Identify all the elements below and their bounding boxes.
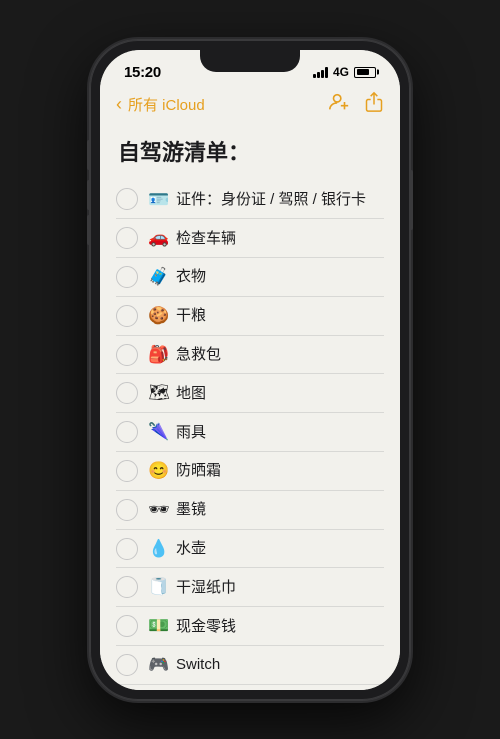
item-text: Switch: [176, 654, 220, 675]
checkbox[interactable]: [116, 421, 138, 443]
checkbox[interactable]: [116, 382, 138, 404]
checkbox[interactable]: [116, 499, 138, 521]
item-text: 水壶: [176, 538, 206, 559]
item-content: 🧻 干湿纸巾: [148, 575, 236, 599]
list-item: 🪪 证件：身份证 / 驾照 / 银行卡: [116, 181, 384, 220]
item-emoji: 🧻: [148, 575, 170, 599]
item-emoji: 😊: [148, 459, 170, 483]
content-area: 自驾游清单： 🪪 证件：身份证 / 驾照 / 银行卡 🚗 检查车辆 🧳 衣物 🍪 干粮 🎒 急救包…: [100, 127, 400, 690]
checkbox[interactable]: [116, 654, 138, 676]
item-emoji: 💧: [148, 537, 170, 561]
item-content: 🍪 干粮: [148, 304, 206, 328]
item-emoji: 🗺: [148, 381, 170, 405]
item-emoji: 🕶: [148, 498, 170, 522]
item-emoji: 🍪: [148, 304, 170, 328]
item-content: 🗺 地图: [148, 381, 206, 405]
item-content: 🪪 证件：身份证 / 驾照 / 银行卡: [148, 188, 366, 212]
item-content: 🌂 雨具: [148, 420, 206, 444]
item-emoji: 🚗: [148, 226, 170, 250]
list-item: 🕶 墨镜: [116, 491, 384, 530]
item-text: 现金零钱: [176, 616, 236, 637]
item-text: 干粮: [176, 305, 206, 326]
item-emoji: 🎒: [148, 343, 170, 367]
item-content: 🎮 Switch: [148, 653, 220, 677]
item-emoji: 🌂: [148, 420, 170, 444]
back-label: 所有 iCloud: [128, 94, 205, 115]
item-content: 🧳 衣物: [148, 265, 206, 289]
item-text: 地图: [176, 383, 206, 404]
item-content: 😊 防晒霜: [148, 459, 221, 483]
checkbox[interactable]: [116, 344, 138, 366]
chevron-left-icon: ‹: [116, 94, 122, 115]
checkbox[interactable]: [116, 227, 138, 249]
item-text: 干湿纸巾: [176, 577, 236, 598]
list-item: 🍪 干粮: [116, 297, 384, 336]
item-emoji: 💵: [148, 614, 170, 638]
list-item: 💵 现金零钱: [116, 607, 384, 646]
item-text: 墨镜: [176, 499, 206, 520]
checkbox[interactable]: [116, 266, 138, 288]
list-item: 🚗 检查车辆: [116, 219, 384, 258]
checkbox[interactable]: [116, 615, 138, 637]
item-text: 防晒霜: [176, 460, 221, 481]
notch: [200, 50, 300, 72]
list-item: 🧻 干湿纸巾: [116, 568, 384, 607]
status-time: 15:20: [124, 64, 161, 81]
share-icon[interactable]: [364, 91, 384, 119]
item-content: 💧 水壶: [148, 537, 206, 561]
battery-icon: [354, 67, 376, 78]
list-item: 😊 防晒霜: [116, 452, 384, 491]
item-text: 衣物: [176, 266, 206, 287]
list-item: ⌚手表: [116, 685, 384, 690]
phone-frame: 15:20 4G ‹ 所有 iCloud: [90, 40, 410, 700]
item-text: 证件：身份证 / 驾照 / 银行卡: [176, 189, 366, 210]
list-item: 🎮 Switch: [116, 646, 384, 685]
phone-screen: 15:20 4G ‹ 所有 iCloud: [100, 50, 400, 690]
item-content: 💵 现金零钱: [148, 614, 236, 638]
checkbox[interactable]: [116, 538, 138, 560]
item-emoji: 🎮: [148, 653, 170, 677]
item-content: 🎒 急救包: [148, 343, 221, 367]
signal-bars-icon: [313, 67, 328, 78]
back-button[interactable]: ‹ 所有 iCloud: [116, 94, 205, 115]
nav-actions: [328, 91, 384, 119]
item-emoji: 🪪: [148, 188, 170, 212]
item-content: 🕶 墨镜: [148, 498, 206, 522]
list-item: 🌂 雨具: [116, 413, 384, 452]
item-content: 🚗 检查车辆: [148, 226, 236, 250]
page-title: 自驾游清单：: [116, 135, 384, 167]
item-text: 检查车辆: [176, 228, 236, 249]
checkbox[interactable]: [116, 305, 138, 327]
nav-bar: ‹ 所有 iCloud: [100, 87, 400, 127]
list-item: 🗺 地图: [116, 374, 384, 413]
checkbox[interactable]: [116, 188, 138, 210]
status-icons: 4G: [313, 65, 376, 79]
checklist: 🪪 证件：身份证 / 驾照 / 银行卡 🚗 检查车辆 🧳 衣物 🍪 干粮 🎒 急救包 🗺 地图 🌂 雨具 😊…: [116, 181, 384, 690]
item-text: 雨具: [176, 422, 206, 443]
item-text: 急救包: [176, 344, 221, 365]
add-person-icon[interactable]: [328, 91, 350, 119]
checkbox[interactable]: [116, 576, 138, 598]
list-item: 🎒 急救包: [116, 336, 384, 375]
network-type: 4G: [333, 65, 349, 79]
list-item: 💧 水壶: [116, 530, 384, 569]
checkbox[interactable]: [116, 460, 138, 482]
list-item: 🧳 衣物: [116, 258, 384, 297]
item-emoji: 🧳: [148, 265, 170, 289]
